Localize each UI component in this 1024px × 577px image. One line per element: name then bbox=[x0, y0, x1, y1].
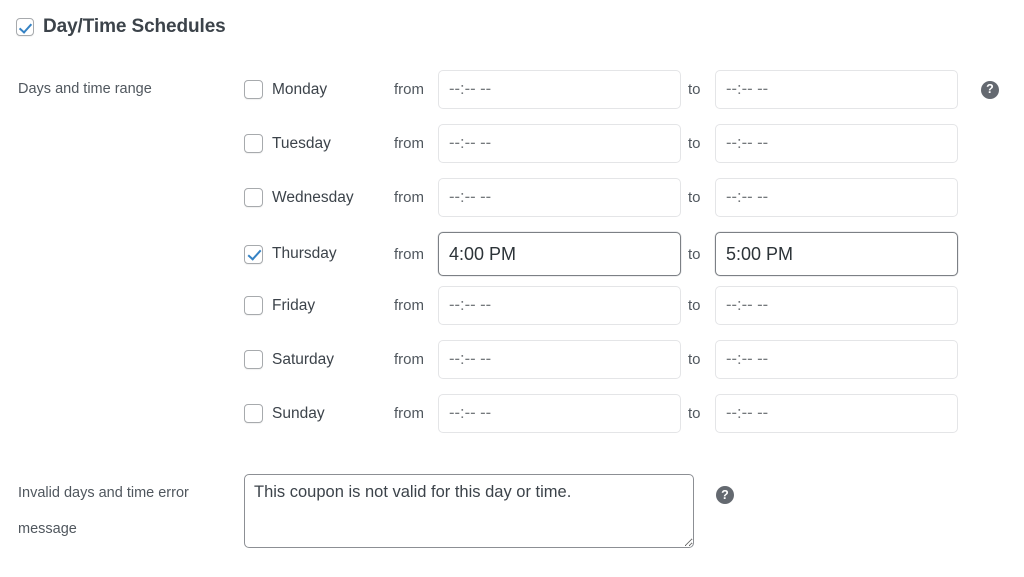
time-to-input-thursday[interactable] bbox=[715, 232, 958, 276]
checkbox-saturday[interactable] bbox=[244, 350, 263, 369]
day-toggle-friday[interactable]: Friday bbox=[244, 296, 394, 315]
to-label: to bbox=[688, 405, 701, 422]
day-toggle-tuesday[interactable]: Tuesday bbox=[244, 134, 394, 153]
day-label-sunday: Sunday bbox=[272, 404, 325, 422]
to-label: to bbox=[688, 81, 701, 98]
to-label: to bbox=[688, 189, 701, 206]
day-row: Days and time range Monday from to? bbox=[18, 70, 1024, 109]
day-toggle-sunday[interactable]: Sunday bbox=[244, 404, 394, 423]
time-from-input-friday[interactable] bbox=[438, 286, 681, 325]
invalid-days-error-label: Invalid days and time error message bbox=[18, 474, 244, 547]
day-label-monday: Monday bbox=[272, 80, 328, 98]
section-header: Day/Time Schedules bbox=[16, 16, 226, 38]
time-from-input-wednesday[interactable] bbox=[438, 178, 681, 217]
time-to-input-tuesday[interactable] bbox=[715, 124, 958, 163]
question-mark-icon[interactable]: ? bbox=[716, 486, 734, 504]
day-toggle-monday[interactable]: Monday bbox=[244, 80, 394, 99]
from-label: from bbox=[394, 81, 424, 98]
to-label: to bbox=[688, 297, 701, 314]
day-label-wednesday: Wednesday bbox=[272, 188, 354, 206]
checkbox-sunday[interactable] bbox=[244, 404, 263, 423]
invalid-days-error-textarea[interactable] bbox=[244, 474, 694, 548]
day-label-thursday: Thursday bbox=[272, 245, 337, 262]
day-toggle-saturday[interactable]: Saturday bbox=[244, 350, 394, 369]
from-label: from bbox=[394, 189, 424, 206]
day-label-tuesday: Tuesday bbox=[272, 134, 331, 152]
page-title: Day/Time Schedules bbox=[43, 16, 226, 37]
invalid-days-error-label-line2: message bbox=[18, 520, 77, 537]
time-from-input-saturday[interactable] bbox=[438, 340, 681, 379]
from-label: from bbox=[394, 351, 424, 368]
time-to-input-wednesday[interactable] bbox=[715, 178, 958, 217]
time-from-input-sunday[interactable] bbox=[438, 394, 681, 433]
from-label: from bbox=[394, 245, 424, 263]
from-label: from bbox=[394, 297, 424, 314]
checkbox-tuesday[interactable] bbox=[244, 134, 263, 153]
to-label: to bbox=[688, 245, 701, 263]
time-to-input-monday[interactable] bbox=[715, 70, 958, 109]
day-row: Saturday from to bbox=[18, 340, 1024, 379]
to-label: to bbox=[688, 351, 701, 368]
day-label-friday: Friday bbox=[272, 296, 316, 314]
question-mark-icon[interactable]: ? bbox=[981, 80, 999, 99]
time-to-input-sunday[interactable] bbox=[715, 394, 958, 433]
day-toggle-thursday[interactable]: Thursday bbox=[244, 244, 394, 264]
day-row: Sunday from to bbox=[18, 394, 1024, 433]
day-row: Thursday from to bbox=[18, 232, 1024, 276]
to-label: to bbox=[688, 135, 701, 152]
time-from-input-thursday[interactable] bbox=[438, 232, 681, 276]
day-label-saturday: Saturday bbox=[272, 350, 335, 368]
day-row: Tuesday from to bbox=[18, 124, 1024, 163]
checkbox-friday[interactable] bbox=[244, 296, 263, 315]
days-and-time-range-label: Days and time range bbox=[18, 81, 152, 98]
invalid-days-error-label-line1: Invalid days and time error bbox=[18, 485, 189, 501]
checkbox-wednesday[interactable] bbox=[244, 188, 263, 207]
from-label: from bbox=[394, 405, 424, 422]
day-toggle-wednesday[interactable]: Wednesday bbox=[244, 188, 394, 207]
time-to-input-saturday[interactable] bbox=[715, 340, 958, 379]
invalid-days-error-field: Invalid days and time error message ? bbox=[18, 474, 734, 548]
checkbox-thursday[interactable] bbox=[244, 244, 263, 264]
day-row: Wednesday from to bbox=[18, 178, 1024, 217]
checkbox-monday[interactable] bbox=[244, 80, 263, 99]
day-row: Friday from to bbox=[18, 286, 1024, 325]
time-from-input-monday[interactable] bbox=[438, 70, 681, 109]
time-from-input-tuesday[interactable] bbox=[438, 124, 681, 163]
from-label: from bbox=[394, 135, 424, 152]
day-time-schedules-checkbox[interactable] bbox=[16, 18, 34, 36]
time-to-input-friday[interactable] bbox=[715, 286, 958, 325]
